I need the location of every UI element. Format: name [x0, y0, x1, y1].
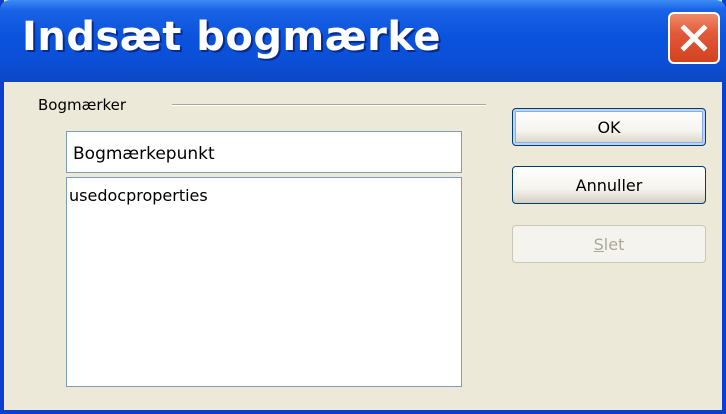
close-button[interactable]	[668, 12, 720, 64]
delete-button-accel: S	[593, 234, 604, 254]
dialog-title: Indsæt bogmærke	[22, 14, 441, 60]
list-item[interactable]: usedocproperties	[69, 186, 208, 205]
delete-button[interactable]: Slet	[512, 225, 706, 263]
group-divider	[172, 104, 486, 106]
bookmarks-group-label: Bogmærker	[38, 96, 127, 114]
close-icon	[679, 23, 709, 53]
bookmark-name-field[interactable]: Bogmærkepunkt	[66, 131, 462, 173]
delete-button-label: let	[603, 234, 625, 254]
ok-button[interactable]: OK	[512, 108, 706, 146]
bookmarks-list[interactable]: usedocproperties	[66, 177, 462, 387]
dialog-window: Indsæt bogmærke Bogmærker Bogmærkepunkt …	[0, 0, 726, 414]
cancel-button[interactable]: Annuller	[512, 166, 706, 204]
title-bar[interactable]: Indsæt bogmærke	[0, 0, 726, 82]
